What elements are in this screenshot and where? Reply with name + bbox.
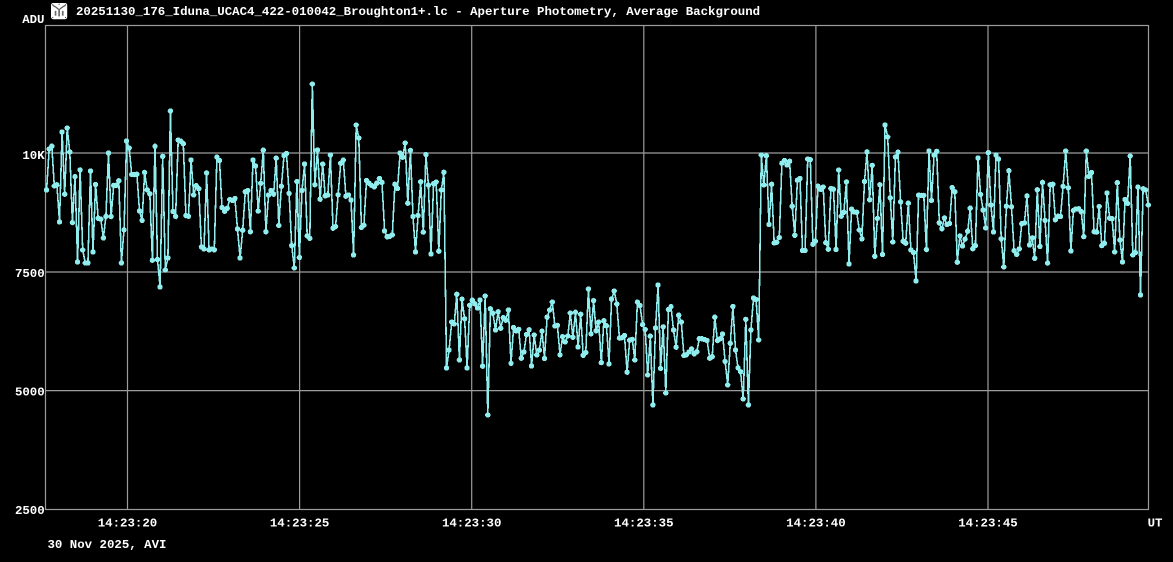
svg-text:14:23:20: 14:23:20: [98, 517, 158, 531]
svg-text:UT: UT: [1148, 517, 1163, 531]
svg-text:14:23:30: 14:23:30: [442, 517, 502, 531]
svg-text:5000: 5000: [15, 386, 45, 400]
svg-text:14:23:45: 14:23:45: [958, 517, 1018, 531]
svg-text:30 Nov 2025, AVI: 30 Nov 2025, AVI: [48, 538, 167, 552]
svg-text:2500: 2500: [15, 504, 45, 518]
svg-text:14:23:35: 14:23:35: [614, 517, 674, 531]
svg-text:ADU: ADU: [22, 13, 44, 27]
svg-text:10K: 10K: [22, 149, 45, 163]
svg-text:7500: 7500: [15, 267, 45, 281]
svg-text:14:23:40: 14:23:40: [786, 517, 846, 531]
svg-text:20251130_176_Iduna_UCAC4_422-0: 20251130_176_Iduna_UCAC4_422-010042_Brou…: [76, 5, 760, 19]
svg-text:14:23:25: 14:23:25: [270, 517, 330, 531]
